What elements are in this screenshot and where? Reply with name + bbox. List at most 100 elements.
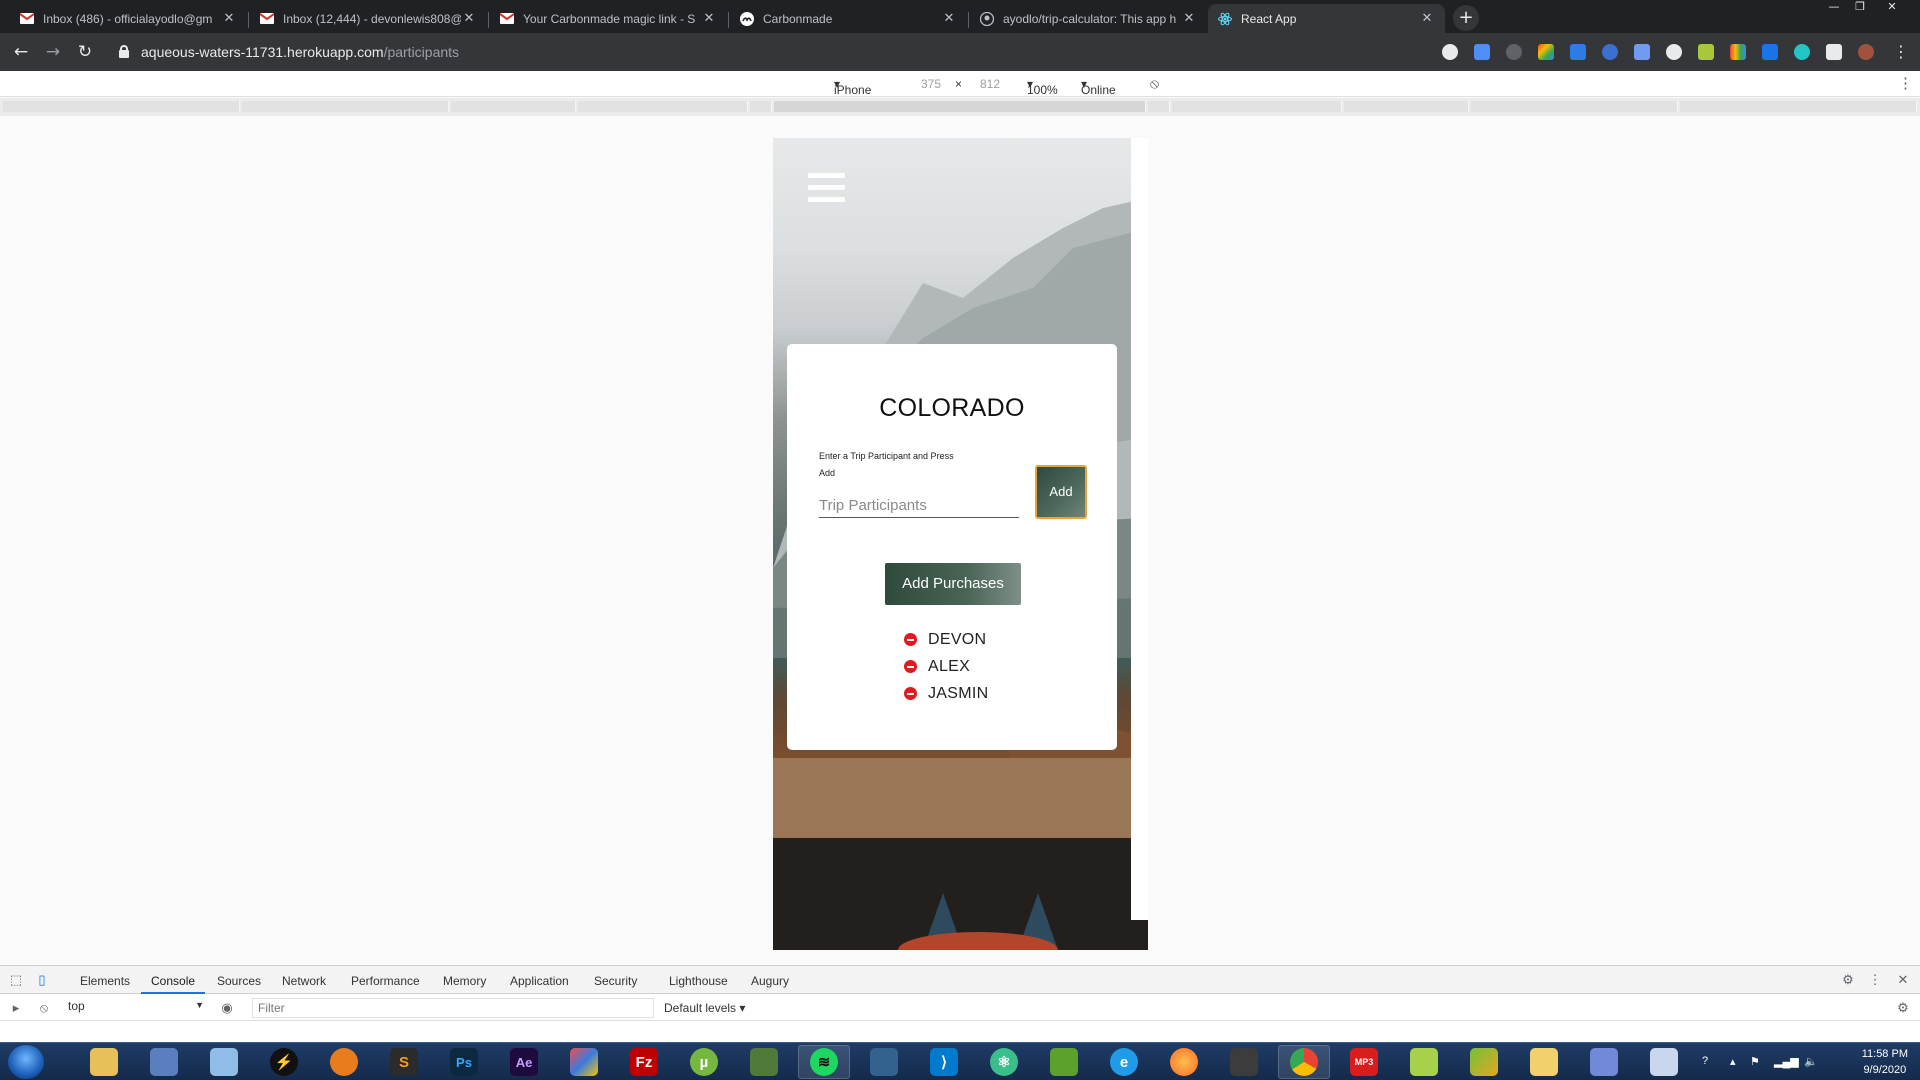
media-query-segment[interactable]	[451, 101, 576, 112]
participant-input[interactable]	[819, 494, 1019, 518]
extension-icon[interactable]	[1794, 44, 1810, 60]
media-query-segment[interactable]	[578, 101, 748, 112]
devtools-tab-augury[interactable]: Augury	[751, 974, 789, 988]
close-icon[interactable]: ✕	[461, 11, 477, 26]
window-close-icon[interactable]: ✕	[1880, 0, 1904, 16]
close-icon[interactable]: ✕	[1419, 11, 1435, 26]
internet-explorer-taskbar-icon[interactable]: e	[1098, 1045, 1150, 1079]
remove-participant-icon[interactable]	[904, 687, 917, 700]
puzzle-icon[interactable]	[1826, 44, 1842, 60]
device-menu-icon[interactable]: ⋮	[1898, 74, 1913, 92]
extension-icon[interactable]	[1698, 44, 1714, 60]
extension-icon[interactable]	[1570, 44, 1586, 60]
device-width-field[interactable]: 375	[921, 77, 941, 91]
device-select[interactable]: iPhone X ▾	[834, 77, 871, 111]
explorer-taskbar-icon[interactable]	[78, 1045, 130, 1079]
extension-icon[interactable]	[1474, 44, 1490, 60]
close-icon[interactable]: ✕	[1181, 11, 1197, 26]
network-select[interactable]: Online ▾	[1081, 77, 1116, 97]
browser-tab[interactable]: ayodlo/trip-calculator: This app h ✕	[970, 4, 1207, 33]
media-query-segment[interactable]	[3, 101, 240, 112]
system-clock[interactable]: 11:58 PM 9/9/2020	[1862, 1046, 1908, 1078]
devtools-tab-network[interactable]: Network	[282, 974, 326, 988]
reload-icon[interactable]: ↻	[72, 39, 98, 65]
devtools-tab-lighthouse[interactable]: Lighthouse	[669, 974, 728, 988]
forward-icon[interactable]: →	[40, 39, 66, 65]
folder-taskbar-icon[interactable]	[1518, 1045, 1570, 1079]
restore-icon[interactable]: ❐	[1848, 0, 1872, 16]
zoom-select[interactable]: 100% ▾	[1027, 77, 1058, 97]
tray-expand-icon[interactable]: ▴	[1730, 1055, 1736, 1068]
browser-tab[interactable]: Your Carbonmade magic link - S ✕	[490, 4, 727, 33]
after-effects-taskbar-icon[interactable]: Ae	[498, 1045, 550, 1079]
devtools-tab-application[interactable]: Application	[510, 974, 569, 988]
console-settings-icon[interactable]: ⚙	[1896, 1001, 1910, 1015]
extension-icon[interactable]	[1602, 44, 1618, 60]
devtools-tab-sources[interactable]: Sources	[217, 974, 261, 988]
devtools-tab-performance[interactable]: Performance	[351, 974, 420, 988]
spotify-taskbar-icon[interactable]: ≋	[798, 1045, 850, 1079]
filezilla-taskbar-icon[interactable]: Fz	[618, 1045, 670, 1079]
devtools-tab-security[interactable]: Security	[594, 974, 637, 988]
back-icon[interactable]: ←	[8, 39, 34, 65]
extension-icon[interactable]	[1762, 44, 1778, 60]
extension-icon[interactable]	[1634, 44, 1650, 60]
close-devtools-icon[interactable]: ✕	[1896, 973, 1910, 987]
devtools-tab-memory[interactable]: Memory	[443, 974, 486, 988]
app-taskbar-icon[interactable]	[738, 1045, 790, 1079]
rotate-icon[interactable]: ⦸	[1150, 75, 1159, 92]
discord-taskbar-icon[interactable]	[1578, 1045, 1630, 1079]
console-prompt[interactable]	[0, 1022, 1920, 1042]
media-query-segment[interactable]	[774, 101, 1146, 112]
close-icon[interactable]: ✕	[941, 11, 957, 26]
browser-tab[interactable]: Carbonmade ✕	[730, 4, 967, 33]
mp3-taskbar-icon[interactable]: MP3	[1338, 1045, 1390, 1079]
eye-icon[interactable]: ◉	[220, 1001, 234, 1015]
app-taskbar-icon[interactable]: ⚡	[258, 1045, 310, 1079]
avatar[interactable]	[1858, 44, 1874, 60]
console-filter-input[interactable]	[252, 998, 654, 1018]
notes-taskbar-icon[interactable]	[198, 1045, 250, 1079]
browser-tab[interactable]: Inbox (486) - officialayodlo@gm ✕	[10, 4, 247, 33]
devtools-tab-elements[interactable]: Elements	[80, 974, 130, 988]
device-toggle-icon[interactable]: ▯	[35, 973, 49, 987]
remove-participant-icon[interactable]	[904, 633, 917, 646]
utorrent-taskbar-icon[interactable]: µ	[678, 1045, 730, 1079]
media-query-segment[interactable]	[1471, 101, 1678, 112]
extension-icon[interactable]	[1730, 44, 1746, 60]
devtools-tab-console[interactable]: Console	[140, 974, 206, 994]
firefox-taskbar-icon[interactable]	[1158, 1045, 1210, 1079]
log-levels-select[interactable]: Default levels ▾	[664, 1001, 745, 1015]
media-query-segment[interactable]	[1680, 101, 1917, 112]
media-query-segment[interactable]	[1172, 101, 1342, 112]
sidebar-toggle-icon[interactable]: ▸	[9, 1001, 23, 1015]
app-taskbar-icon[interactable]	[1398, 1045, 1450, 1079]
terminal-taskbar-icon[interactable]	[1218, 1045, 1270, 1079]
flag-icon[interactable]: ⚑	[1750, 1055, 1760, 1068]
close-icon[interactable]: ✕	[701, 11, 717, 26]
browser-tab-active[interactable]: React App ✕	[1208, 4, 1445, 33]
extension-icon[interactable]	[1538, 44, 1554, 60]
calculator-taskbar-icon[interactable]	[138, 1045, 190, 1079]
clear-console-icon[interactable]: ⦸	[37, 1001, 51, 1015]
media-query-segment[interactable]	[1148, 101, 1170, 112]
close-icon[interactable]: ✕	[221, 11, 237, 26]
inspect-element-icon[interactable]: ⬚	[9, 973, 23, 987]
media-query-segment[interactable]	[1344, 101, 1469, 112]
help-icon[interactable]: ?	[1702, 1055, 1708, 1067]
chrome-taskbar-icon[interactable]	[1278, 1045, 1330, 1079]
devtools-menu-icon[interactable]: ⋮	[1868, 973, 1882, 987]
app-taskbar-icon[interactable]	[1038, 1045, 1090, 1079]
app-taskbar-icon[interactable]	[318, 1045, 370, 1079]
postgres-taskbar-icon[interactable]	[858, 1045, 910, 1079]
media-query-segment[interactable]	[242, 101, 449, 112]
extension-icon[interactable]	[1506, 44, 1522, 60]
vscode-taskbar-icon[interactable]: ⟩	[918, 1045, 970, 1079]
browser-tab[interactable]: Inbox (12,444) - devonlewis808@ ✕	[250, 4, 487, 33]
more-menu-icon[interactable]: ⋮	[1893, 42, 1909, 61]
add-button[interactable]: Add	[1035, 465, 1087, 519]
add-purchases-button[interactable]: Add Purchases	[885, 563, 1021, 605]
remove-participant-icon[interactable]	[904, 660, 917, 673]
extension-icon[interactable]	[1666, 44, 1682, 60]
extension-icon[interactable]	[1442, 44, 1458, 60]
